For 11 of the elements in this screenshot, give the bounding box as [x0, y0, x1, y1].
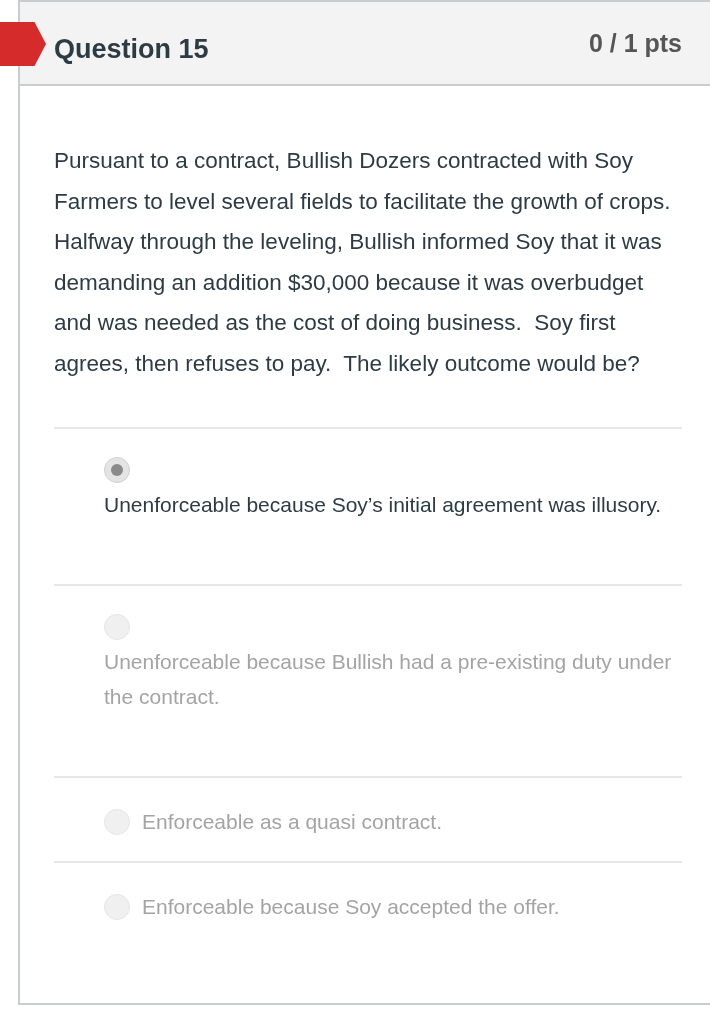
question-text: Pursuant to a contract, Bullish Dozers contracted with Soy Farmers to level several fields to facilitate the growth of crops. Halfway through the leveling, Bullish informed Soy that it was demanding an addition $30,000 because it was overbudget and was needed as the cost of doing business. Soy first agrees, then refuses to pay. The likely outcome would be?	[54, 147, 672, 378]
answer-label: Enforceable as a quasi contract.	[142, 809, 442, 835]
question-title: Question 15	[54, 34, 209, 65]
radio-button[interactable]	[104, 457, 130, 483]
radio-button[interactable]	[104, 893, 130, 920]
points-label: 0 / 1 pts	[588, 29, 682, 58]
answer-label: Unenforceable because Bullish had a pre-existing duty under the contract.	[104, 650, 672, 708]
radio-button[interactable]	[104, 808, 130, 835]
answer-label: Enforceable because Soy accepted the offer.	[142, 894, 560, 920]
answer-label: Unenforceable because Soy’s initial agreement was illusory.	[104, 493, 662, 516]
radio-button[interactable]	[104, 614, 130, 640]
